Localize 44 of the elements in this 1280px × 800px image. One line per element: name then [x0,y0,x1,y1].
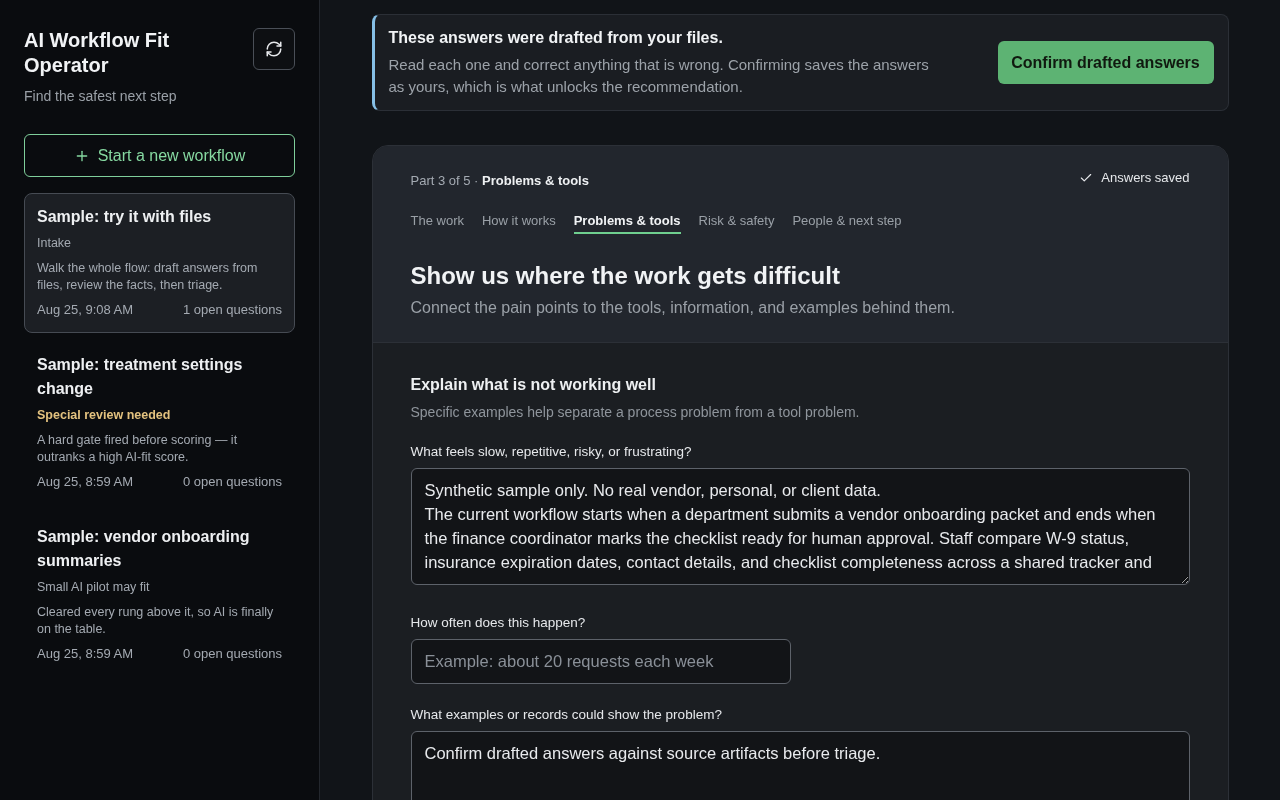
field-label: What examples or records could show the problem? [410,706,723,724]
field-label: What feels slow, repetitive, risky, or frustrating? [410,443,693,461]
workflow-description: Cleared every rung above it, so AI is finally on the table. [37,604,275,638]
open-questions-count: 0 open questions [182,473,282,491]
open-questions-count: 1 open questions [182,301,282,319]
refresh-button[interactable] [253,28,295,70]
group-title: Explain what is not working well [410,375,657,395]
app-title: AI Workflow Fit Operator [24,28,171,78]
refresh-icon [265,40,283,58]
workflow-status: Small AI pilot may fit [37,579,151,596]
workflow-status: Intake [37,235,73,252]
workflow-time: Aug 25, 8:59 AM [37,473,134,491]
notice-text: Read each one and correct anything that is wrong. Confirming saves the answers as yours, which is what unlocks the recommendation. [388,55,930,97]
section-tab[interactable]: How it works [481,212,556,234]
workflow-title: Sample: treatment settings change [37,355,244,399]
section-subheading: Connect the pain points to the tools, information, and examples behind them. [410,298,956,318]
answer-textarea[interactable]: Synthetic sample only. No real vendor, personal, or client data. The current workflow starts when a department submits a vendor onboarding packet and ends when the finance coordinator marks the checklist ready for human approval. Staff compare W-9 status, insurance expiration dates, contact details, and checklist completeness across a shared tracker and [410,468,1190,585]
section-tab[interactable]: Problems & tools [573,212,681,234]
save-status: Answers saved [1079,169,1190,187]
confirm-button[interactable]: Confirm drafted answers [997,41,1214,84]
section-tab[interactable]: People & next step [792,212,902,234]
workflow-time: Aug 25, 9:08 AM [37,301,134,319]
app-subtitle: Find the safest next step [24,87,178,106]
field-label: How often does this happen? [410,614,587,632]
answer-textarea[interactable]: Confirm drafted answers against source artifacts before triage. [410,731,1190,800]
workflow-item[interactable]: Sample: vendor onboarding summaries Small AI pilot may fit Cleared every rung above it, so AI is finally on the table. Aug 25, 8:59 AM 0 open questions [24,513,295,677]
workflow-title: Sample: vendor onboarding summaries [37,527,251,571]
check-icon [1079,171,1094,185]
workflow-item[interactable]: Sample: treatment settings change Special review needed A hard gate fired before scoring — it outranks a high AI-fit score. Aug 25, 8:59 AM 0 open questions [24,341,295,505]
input-field[interactable]: Example: about 20 requests each week [410,639,791,684]
group-hint: Specific examples help separate a process problem from a tool problem. [410,403,861,422]
workflow-status: Special review needed [37,407,172,424]
new-workflow-button[interactable]: Start a new workflow [24,134,295,177]
section-tab[interactable]: The work [410,212,464,234]
section-tab[interactable]: Risk & safety [698,212,775,234]
open-questions-count: 0 open questions [182,645,282,663]
workflow-title: Sample: try it with files [37,207,213,227]
workflow-item[interactable]: Sample: try it with files Intake Walk the whole flow: draft answers from files, review the facts, then triage. Aug 25, 9:08 AM 1 open questions [24,193,295,333]
section-heading: Show us where the work gets difficult [410,261,841,291]
workflow-description: A hard gate fired before scoring — it outranks a high AI-fit score. [37,432,239,466]
progress-label: Part 3 of 5 · Problems & tools [410,172,589,190]
notice-title: These answers were drafted from your files. [388,28,724,48]
workflow-time: Aug 25, 8:59 AM [37,645,134,663]
workflow-description: Walk the whole flow: draft answers from files, review the facts, then triage. [37,260,259,294]
